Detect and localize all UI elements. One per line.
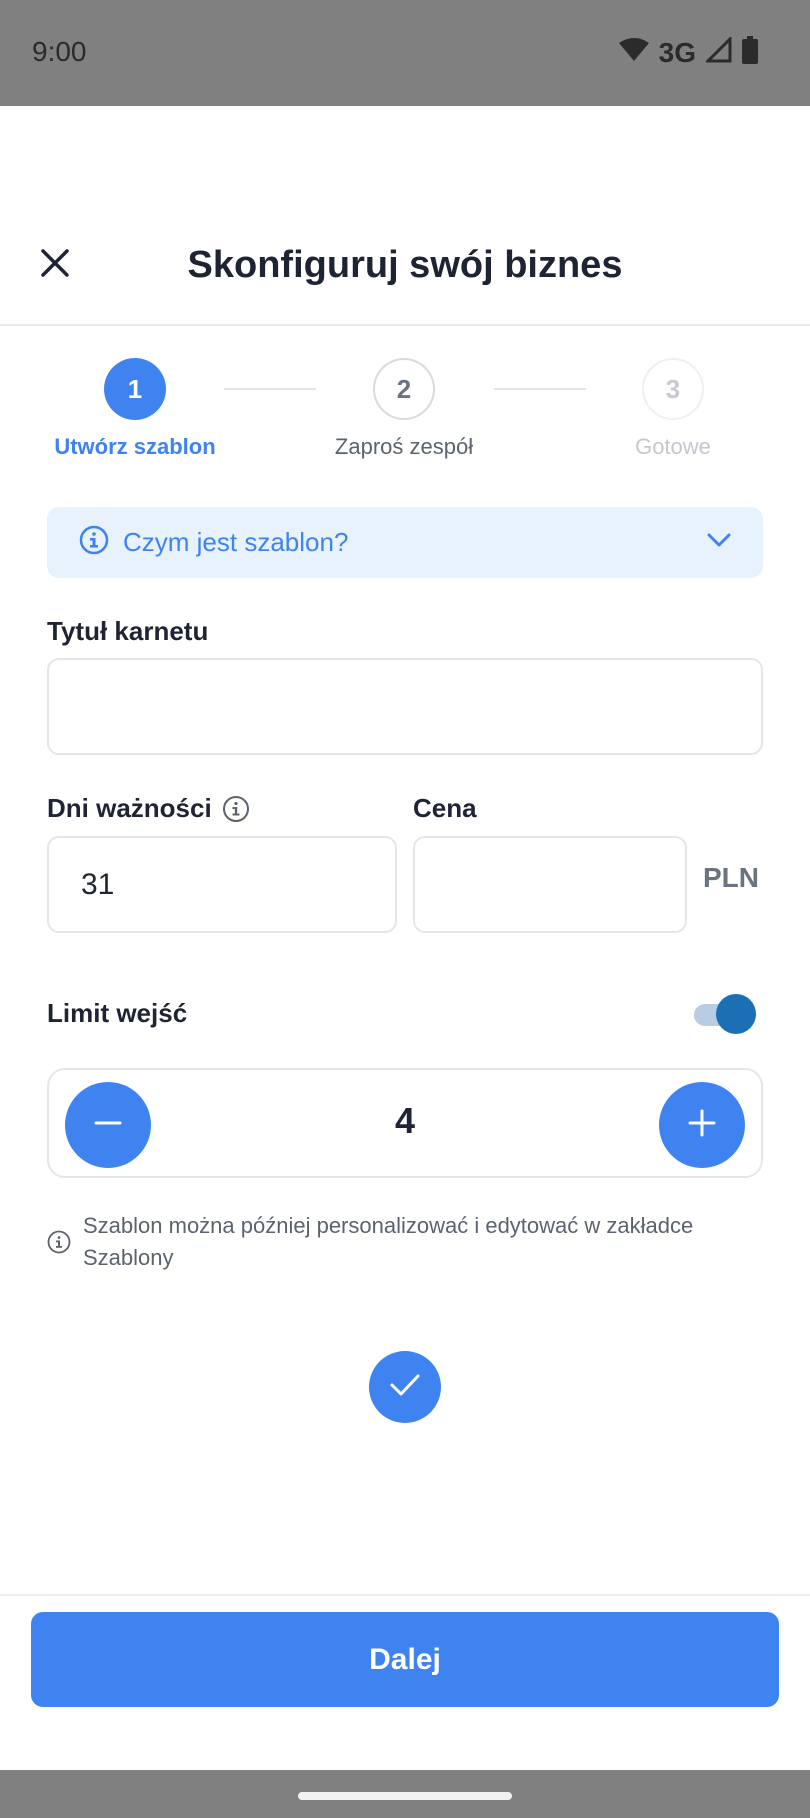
validity-info-icon[interactable] (222, 795, 250, 823)
confirm-button[interactable] (369, 1351, 441, 1423)
validity-days-label: Dni ważności (47, 793, 212, 823)
step-label: Utwórz szablon (54, 434, 216, 459)
entry-limit-value: 4 (394, 1100, 416, 1141)
app-header (0, 106, 810, 326)
battery-icon (742, 36, 758, 69)
pass-title-input[interactable] (47, 658, 763, 755)
price-input[interactable] (413, 836, 687, 933)
info-icon (47, 1230, 71, 1274)
entry-limit-stepper: 4 (47, 1068, 763, 1178)
template-hint: Szablon można później personalizować i e… (47, 1210, 763, 1274)
entry-limit-label: Limit wejść (47, 998, 188, 1028)
check-icon (389, 1372, 421, 1403)
step-label: Zaproś zespół (334, 434, 474, 459)
hint-text: Szablon można później personalizować i e… (83, 1213, 694, 1270)
toggle-thumb (716, 994, 756, 1034)
system-nav-bar (0, 1770, 810, 1818)
signal-icon (704, 35, 732, 68)
step-number: 2 (373, 358, 435, 420)
status-time: 9:00 (32, 36, 87, 67)
status-bar: 9:00 3G (0, 0, 810, 106)
pass-title-label: Tytuł karnetu (47, 616, 209, 646)
plus-icon (687, 1108, 717, 1143)
step-number: 3 (642, 358, 704, 420)
next-button[interactable]: Dalej (31, 1612, 779, 1707)
template-info-accordion[interactable]: Czym jest szablon? (47, 507, 763, 578)
step-done[interactable]: 3 Gotowe (553, 358, 793, 460)
chevron-down-icon (707, 532, 731, 553)
progress-stepper: 1 Utwórz szablon 2 Zaproś zespół 3 Gotow… (0, 358, 810, 468)
info-box-label: Czym jest szablon? (123, 527, 349, 557)
entry-limit-toggle[interactable] (692, 992, 760, 1036)
status-icons: 3G (618, 35, 758, 69)
wifi-icon (618, 38, 649, 67)
price-label: Cena (413, 793, 477, 823)
home-indicator[interactable] (298, 1792, 512, 1800)
footer-divider (0, 1594, 810, 1596)
step-invite-team[interactable]: 2 Zaproś zespół (284, 358, 524, 460)
network-type-label: 3G (658, 36, 696, 68)
info-icon (79, 525, 109, 560)
validity-days-label-row: Dni ważności (47, 793, 250, 824)
page-title: Skonfiguruj swój biznes (187, 244, 623, 286)
step-number: 1 (104, 358, 166, 420)
validity-days-input[interactable]: 31 (47, 836, 397, 933)
step-label: Gotowe (635, 434, 711, 459)
increment-button[interactable] (659, 1082, 745, 1168)
step-create-template[interactable]: 1 Utwórz szablon (15, 358, 255, 460)
currency-label: PLN (703, 862, 759, 893)
